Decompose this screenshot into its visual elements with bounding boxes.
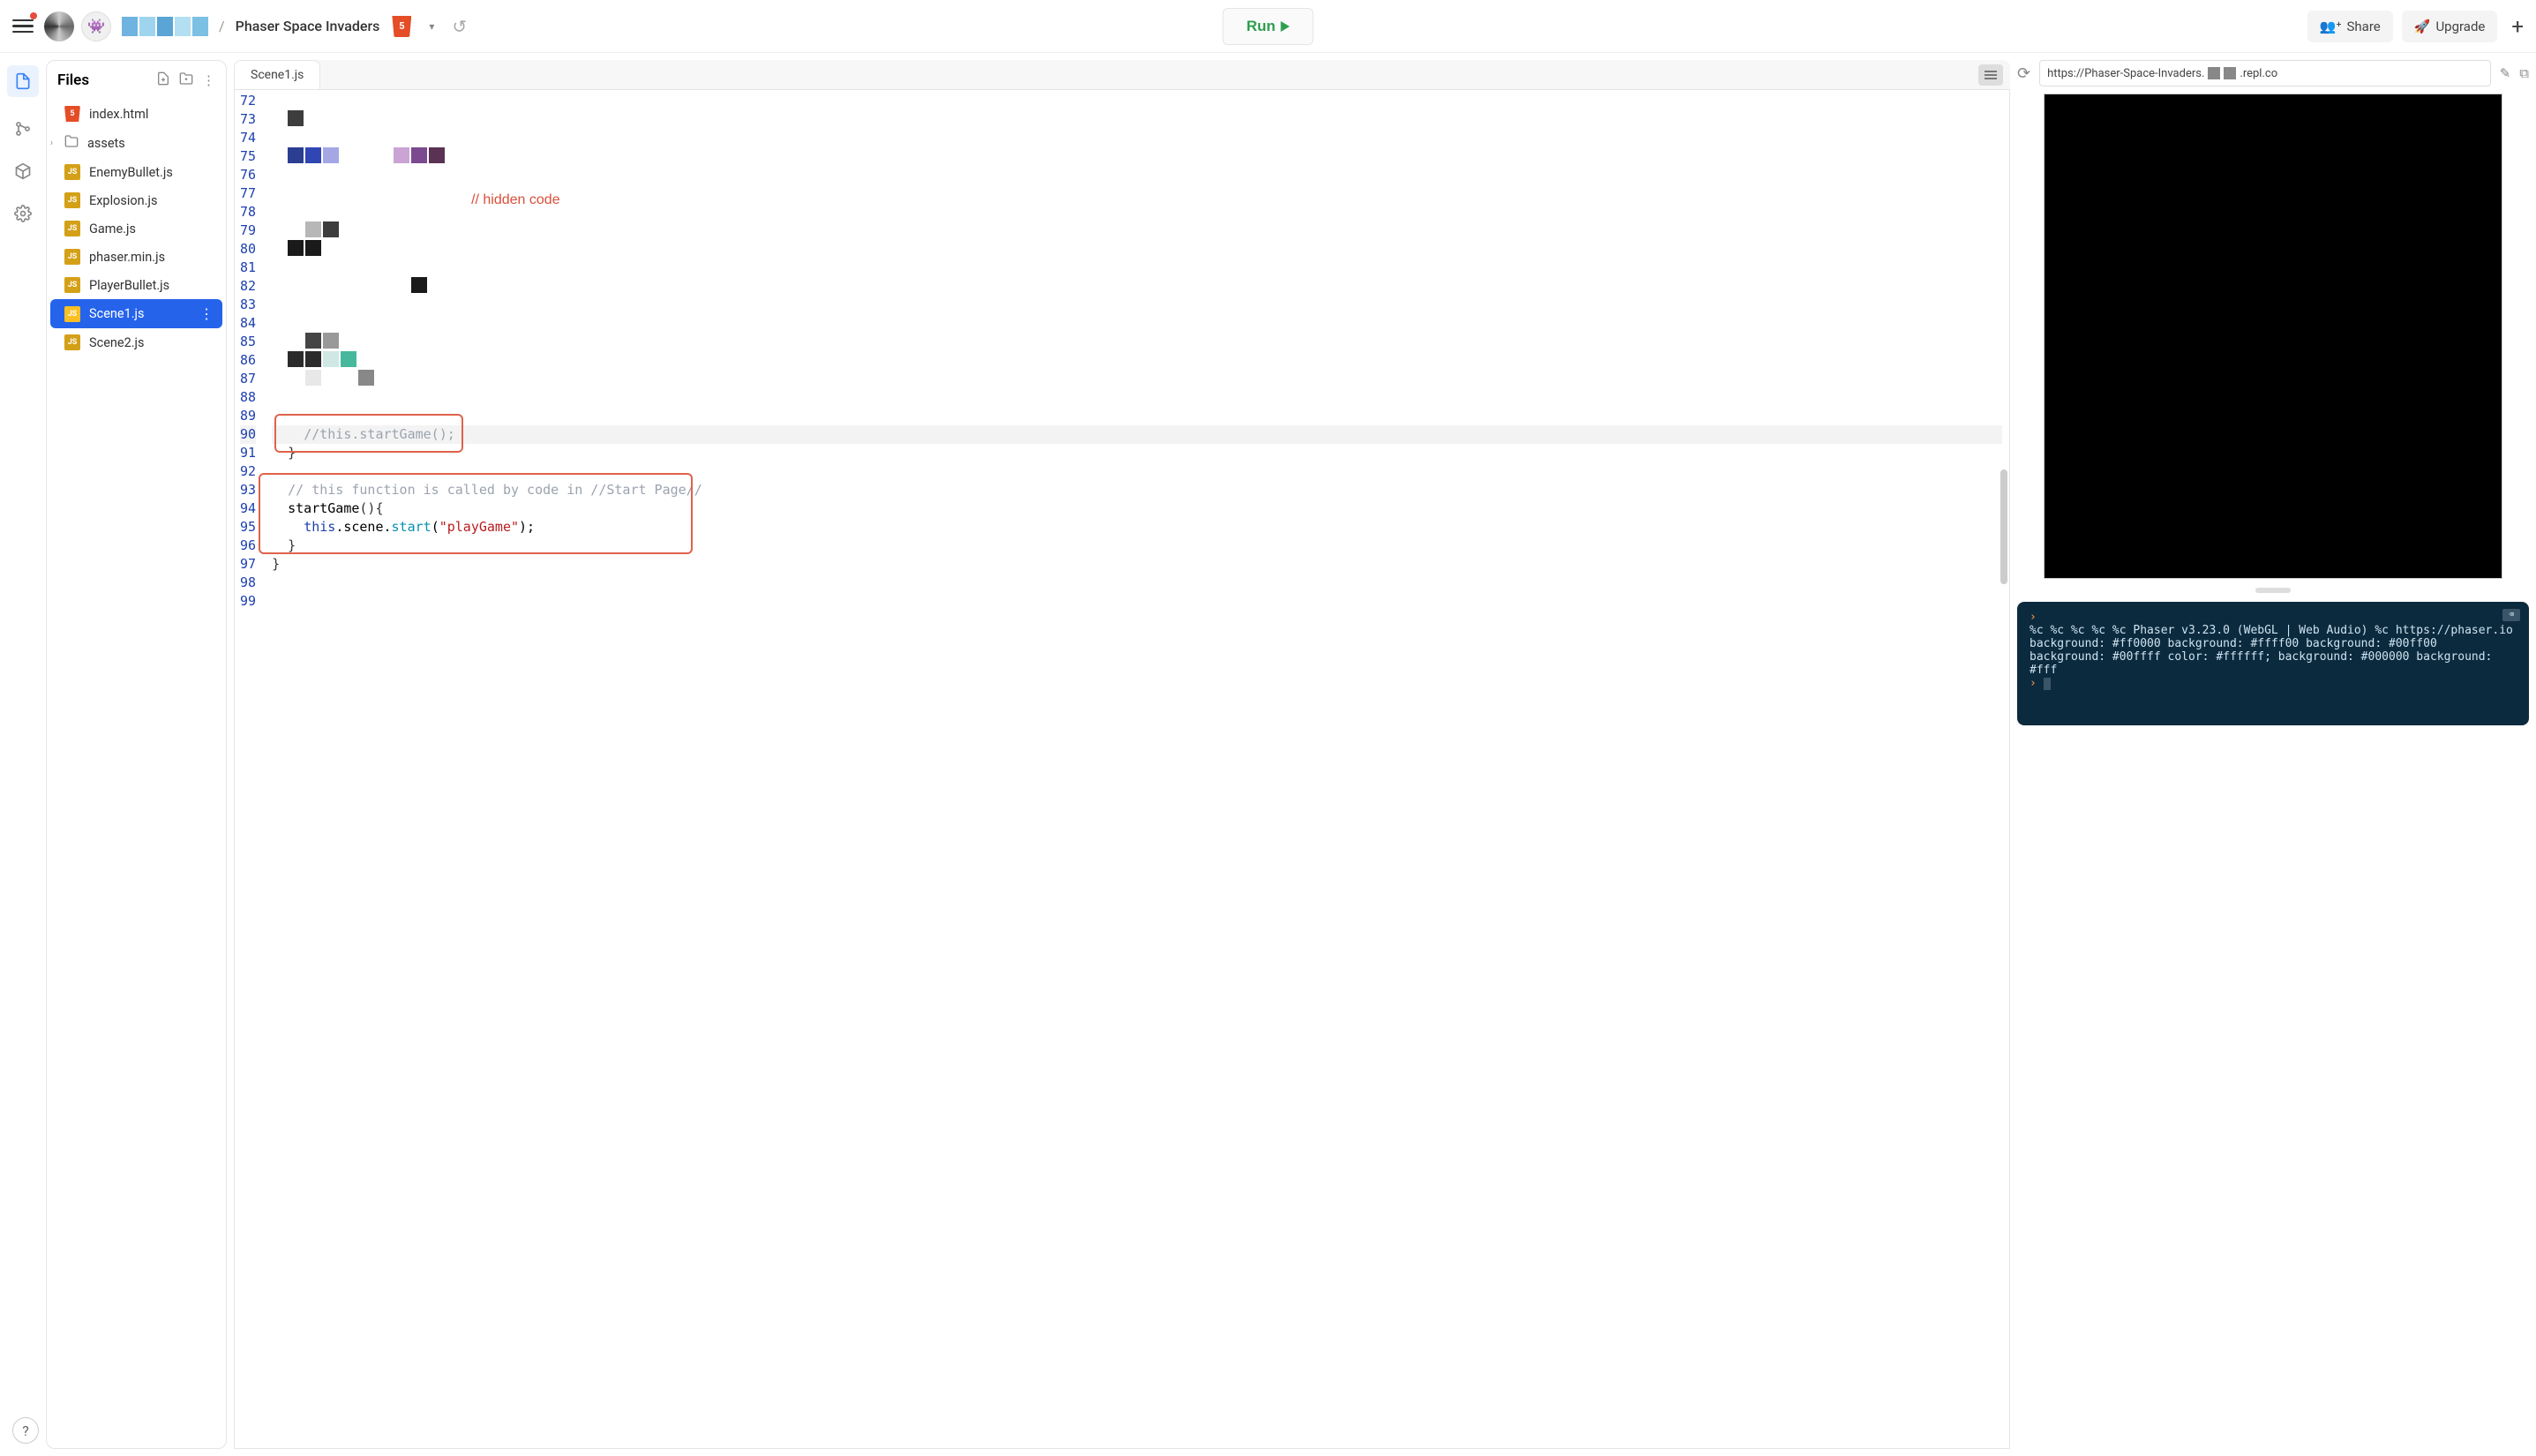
help-button[interactable]: ? [12, 1417, 39, 1444]
preview-pane: ⟳ https://Phaser-Space-Invaders. .repl.c… [2017, 60, 2529, 1449]
vcs-rail-icon[interactable] [12, 118, 34, 139]
owner-redacted [122, 17, 208, 36]
file-label: EnemyBullet.js [89, 165, 173, 180]
console-line: %c %c %c %c %c Phaser v3.23.0 (WebGL | W… [2030, 624, 2517, 677]
tab-row: Scene1.js [234, 60, 2010, 89]
url-suffix: .repl.co [2240, 67, 2277, 80]
url-redacted [2208, 67, 2220, 79]
console-cursor [2044, 678, 2051, 690]
preview-toolbar: ⟳ https://Phaser-Space-Invaders. .repl.c… [2017, 60, 2529, 86]
avatar-button[interactable]: 👾 [81, 11, 111, 41]
file-label: PlayerBullet.js [89, 278, 169, 293]
left-rail [0, 53, 46, 1456]
files-rail-icon[interactable] [7, 65, 39, 97]
top-bar: 👾 / Phaser Space Invaders 5 ▾ ↺ Run 👥⁺ S… [0, 0, 2536, 53]
open-external-icon[interactable]: ⧉ [2519, 65, 2529, 81]
play-icon [1281, 21, 1290, 32]
console-prompt: › [2030, 677, 2044, 690]
hidden-code-annotation: // hidden code [471, 192, 560, 208]
file-scene1[interactable]: JS Scene1.js ⋮ [50, 299, 222, 328]
file-game[interactable]: JS Game.js [47, 214, 226, 243]
run-button[interactable]: Run [1222, 8, 1313, 45]
file-label: phaser.min.js [89, 250, 165, 265]
upgrade-label: Upgrade [2435, 19, 2485, 34]
breadcrumb-sep: / [219, 18, 225, 34]
console-prompt: › [2030, 611, 2037, 624]
url-bar[interactable]: https://Phaser-Space-Invaders. .repl.co [2039, 60, 2491, 86]
file-label: index.html [89, 107, 148, 122]
console-clear-icon[interactable]: ⌫ [2502, 609, 2520, 621]
files-panel: Files ⋮ 5 index.html › assets JS [46, 60, 227, 1449]
add-icon[interactable]: + [2511, 14, 2524, 39]
html-icon: 5 [64, 106, 80, 122]
file-tree: 5 index.html › assets JS EnemyBullet.js … [47, 100, 226, 1448]
history-icon[interactable]: ↺ [452, 16, 467, 37]
run-label: Run [1246, 18, 1275, 35]
code-editor[interactable]: 7273747576777879808182838485868788899091… [234, 89, 2010, 1449]
resize-handle[interactable] [2255, 588, 2291, 593]
editor-scrollbar[interactable] [2000, 469, 2007, 584]
reload-icon[interactable]: ⟳ [2017, 64, 2030, 83]
file-index-html[interactable]: 5 index.html [47, 100, 226, 128]
folder-icon [64, 134, 79, 152]
menu-icon[interactable] [12, 16, 34, 37]
js-icon: JS [64, 334, 80, 350]
share-button[interactable]: 👥⁺ Share [2307, 11, 2393, 42]
console[interactable]: ⌫ › %c %c %c %c %c Phaser v3.23.0 (WebGL… [2017, 602, 2529, 725]
folder-assets[interactable]: › assets [47, 128, 226, 158]
js-icon: JS [64, 306, 80, 322]
editor-pane: Scene1.js 727374757677787980818283848586… [234, 60, 2010, 1449]
js-icon: JS [64, 164, 80, 180]
settings-rail-icon[interactable] [12, 203, 34, 224]
url-redacted [2224, 67, 2236, 79]
js-icon: JS [64, 277, 80, 293]
file-label: Scene2.js [89, 335, 145, 350]
layout-icon[interactable] [1978, 64, 2003, 86]
file-label: assets [87, 136, 125, 151]
line-gutter: 7273747576777879808182838485868788899091… [235, 90, 265, 1448]
file-label: Game.js [89, 221, 136, 236]
file-explosion[interactable]: JS Explosion.js [47, 186, 226, 214]
chevron-right-icon: › [50, 139, 53, 148]
edit-icon[interactable]: ✎ [2500, 65, 2511, 81]
file-more-icon[interactable]: ⋮ [199, 305, 214, 322]
share-icon: 👥⁺ [2320, 19, 2342, 34]
share-label: Share [2347, 19, 2381, 34]
files-title: Files [57, 71, 147, 89]
upgrade-button[interactable]: 🚀 Upgrade [2402, 11, 2498, 42]
file-enemybullet[interactable]: JS EnemyBullet.js [47, 158, 226, 186]
code-lines[interactable]: // hidden code //this.startGame(); } // … [265, 90, 2009, 1448]
file-playerbullet[interactable]: JS PlayerBullet.js [47, 271, 226, 299]
chevron-down-icon[interactable]: ▾ [429, 20, 434, 33]
tab-scene1[interactable]: Scene1.js [234, 60, 320, 89]
file-phaser-min[interactable]: JS phaser.min.js [47, 243, 226, 271]
js-icon: JS [64, 249, 80, 265]
replit-logo[interactable] [44, 11, 74, 41]
js-icon: JS [64, 221, 80, 236]
project-name[interactable]: Phaser Space Invaders [236, 18, 380, 34]
new-folder-icon[interactable] [179, 71, 193, 89]
packages-rail-icon[interactable] [12, 161, 34, 182]
game-preview[interactable] [2044, 94, 2502, 579]
js-icon: JS [64, 192, 80, 208]
new-file-icon[interactable] [156, 71, 170, 89]
file-label: Scene1.js [89, 306, 145, 321]
files-more-icon[interactable]: ⋮ [202, 72, 215, 88]
rocket-icon: 🚀 [2414, 19, 2431, 34]
file-scene2[interactable]: JS Scene2.js [47, 328, 226, 356]
file-label: Explosion.js [89, 193, 157, 208]
url-prefix: https://Phaser-Space-Invaders. [2047, 67, 2204, 80]
html5-icon: 5 [392, 16, 411, 37]
